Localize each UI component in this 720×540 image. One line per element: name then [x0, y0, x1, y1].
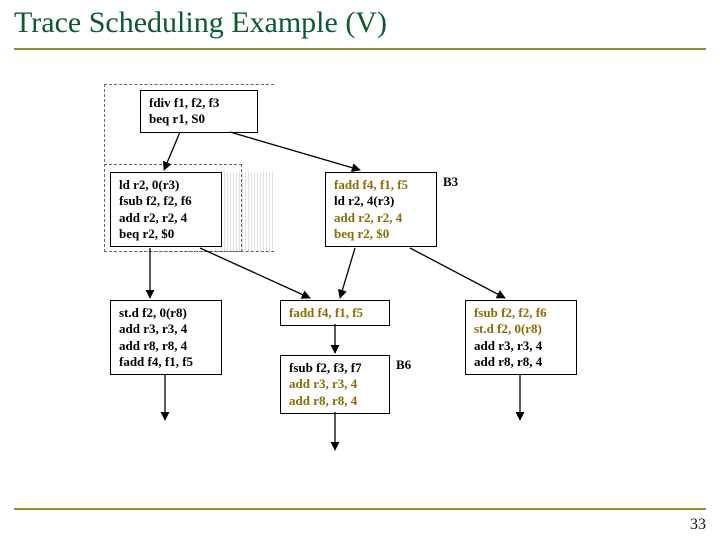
b2-line1: ld r2, 0(r3): [119, 177, 213, 193]
b7-line4: add r8, r8, 4: [474, 354, 568, 370]
block-b7: fsub f2, f2, f6 st.d f2, 0(r8) add r3, r…: [465, 300, 577, 375]
diagram: fdiv f1, f2, f3 beq r1, S0 ld r2, 0(r3) …: [110, 90, 610, 480]
label-b3: B3: [443, 174, 458, 190]
block-b2: ld r2, 0(r3) fsub f2, f2, f6 add r2, r2,…: [110, 172, 222, 247]
b3-line1: fadd f4, f1, f5: [334, 177, 428, 193]
b1-line1: fdiv f1, f2, f3: [149, 95, 249, 111]
divider-bottom: [14, 508, 706, 510]
label-b6: B6: [396, 357, 411, 373]
b3-line2: ld r2, 4(r3): [334, 193, 428, 209]
b4-line1: st.d f2, 0(r8): [119, 305, 213, 321]
b7-line1: fsub f2, f2, f6: [474, 305, 568, 321]
divider-top: [14, 48, 706, 50]
block-b4: st.d f2, 0(r8) add r3, r3, 4 add r8, r8,…: [110, 300, 222, 375]
block-b5: fadd f4, f1, f5: [280, 300, 390, 326]
b4-line2: add r3, r3, 4: [119, 321, 213, 337]
b6-line1: fsub f2, f3, f7: [289, 360, 381, 376]
b2-line2: fsub f2, f2, f6: [119, 193, 213, 209]
block-b6: fsub f2, f3, f7 add r3, r3, 4 add r8, r8…: [280, 355, 390, 414]
b5-line1: fadd f4, f1, f5: [289, 305, 381, 321]
b3-line3: add r2, r2, 4: [334, 210, 428, 226]
b6-line2: add r3, r3, 4: [289, 376, 381, 392]
b7-line2: st.d f2, 0(r8): [474, 321, 568, 337]
page-number: 33: [690, 516, 706, 534]
b4-line3: add r8, r8, 4: [119, 338, 213, 354]
b6-line3: add r8, r8, 4: [289, 393, 381, 409]
b1-line2: beq r1, S0: [149, 111, 249, 127]
b4-line4: fadd f4, f1, f5: [119, 354, 213, 370]
b7-line3: add r3, r3, 4: [474, 338, 568, 354]
block-b1: fdiv f1, f2, f3 beq r1, S0: [140, 90, 258, 133]
b2-line4: beq r2, $0: [119, 226, 213, 242]
hatch-fill: [215, 172, 275, 252]
page-title: Trace Scheduling Example (V): [14, 6, 387, 40]
b2-line3: add r2, r2, 4: [119, 210, 213, 226]
block-b3: fadd f4, f1, f5 ld r2, 4(r3) add r2, r2,…: [325, 172, 437, 247]
b3-line4: beq r2, $0: [334, 226, 428, 242]
